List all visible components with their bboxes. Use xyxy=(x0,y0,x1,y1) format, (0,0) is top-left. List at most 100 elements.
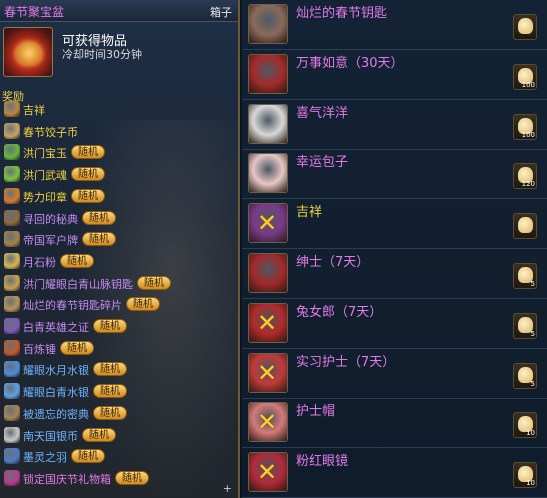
reward-item-icon xyxy=(4,296,20,313)
dumpling-bag-icon[interactable]: 100 xyxy=(513,113,537,140)
item-icon xyxy=(248,253,288,293)
reward-name: 耀眼白青水银 xyxy=(23,386,89,400)
item-row[interactable]: 绅士（7天） 5 xyxy=(242,249,547,299)
dumpling-bag-icon[interactable]: 5 xyxy=(513,263,537,289)
item-row[interactable]: ✕ 粉红眼镜 10 xyxy=(242,448,547,498)
reward-name: 洪门宝玉 xyxy=(23,147,67,161)
random-badge: 随机 xyxy=(60,253,94,268)
bag-count: 100 xyxy=(521,80,535,89)
reward-name: 月石粉 xyxy=(23,255,56,269)
item-name: 护士帽 xyxy=(296,404,336,420)
bag-count: 100 xyxy=(521,130,535,139)
reward-item-icon xyxy=(4,166,20,183)
random-badge: 随机 xyxy=(82,232,116,247)
locked-x-icon: ✕ xyxy=(257,209,278,238)
item-icon: ✕ xyxy=(248,452,288,493)
locked-x-icon: ✕ xyxy=(257,458,278,487)
bag-count: 5 xyxy=(530,280,535,288)
reward-row[interactable]: 洪门武魂 随机 xyxy=(0,165,238,183)
item-name: 吉祥 xyxy=(296,205,323,221)
reward-row[interactable]: 锁定国庆节礼物箱 随机 xyxy=(0,469,238,487)
reward-row[interactable]: 春节饺子币 xyxy=(0,122,238,140)
bag-count: 10 xyxy=(526,429,535,438)
random-badge: 随机 xyxy=(93,384,127,399)
locked-x-icon: ✕ xyxy=(257,358,278,387)
reward-item-icon xyxy=(4,252,20,269)
item-name: 灿烂的春节钥匙 xyxy=(296,6,388,21)
reward-item-icon xyxy=(4,318,20,334)
item-name: 兔女郎（7天） xyxy=(296,304,383,320)
expand-icon[interactable]: + xyxy=(223,482,232,495)
item-name: 幸运包子 xyxy=(296,155,349,171)
reward-name: 灿烂的春节钥匙碎片 xyxy=(23,299,122,313)
item-icon xyxy=(248,4,288,44)
panel-title: 春节聚宝盆 xyxy=(4,5,65,19)
reward-row[interactable]: 白青英雄之证 随机 xyxy=(0,317,238,335)
item-row[interactable]: 灿烂的春节钥匙 xyxy=(242,0,547,50)
item-row[interactable]: 喜气洋洋 100 xyxy=(242,100,547,150)
random-badge: 随机 xyxy=(71,145,105,160)
reward-row[interactable]: 墨灵之羽 随机 xyxy=(0,447,238,465)
item-name: 绅士（7天） xyxy=(296,255,370,270)
reward-name: 势力印章 xyxy=(23,190,67,204)
reward-name: 洪门耀眼白青山脉钥匙 xyxy=(23,277,133,291)
bag-count: 5 xyxy=(530,379,535,388)
dumpling-bag-icon[interactable]: 10 xyxy=(513,412,537,439)
locked-x-icon: ✕ xyxy=(257,308,278,337)
tab-box[interactable]: 箱子 xyxy=(210,4,232,20)
reward-name: 帝国军户牌 xyxy=(23,234,78,248)
dumpling-bag-icon[interactable]: 120 xyxy=(513,163,537,190)
reward-name: 南天国银币 xyxy=(23,429,78,443)
reward-row[interactable]: 被遗忘的密典 随机 xyxy=(0,404,238,422)
reward-item-icon xyxy=(4,426,20,443)
reward-row[interactable]: 灿烂的春节钥匙碎片 随机 xyxy=(0,295,238,313)
item-icon: ✕ xyxy=(248,352,288,393)
random-badge: 随机 xyxy=(60,340,94,355)
item-row[interactable]: ✕ 兔女郎（7天） 5 xyxy=(242,299,547,349)
reward-item-icon xyxy=(4,231,20,248)
random-badge: 随机 xyxy=(93,362,127,377)
dumpling-bag-icon[interactable]: 100 xyxy=(513,63,537,90)
dumpling-bag-icon[interactable]: 5 xyxy=(513,312,537,339)
reward-name: 春节饺子币 xyxy=(23,125,78,139)
reward-name: 锁定国庆节礼物箱 xyxy=(23,472,111,486)
item-row[interactable]: 幸运包子 120 xyxy=(242,149,547,200)
item-row[interactable]: 万事如意（30天） 100 xyxy=(242,50,547,100)
reward-name: 耀眼水月水银 xyxy=(23,364,89,378)
item-row[interactable]: ✕ 实习护士（7天） 5 xyxy=(242,349,547,399)
reward-item-icon xyxy=(4,361,20,378)
item-row[interactable]: ✕ 吉祥 xyxy=(242,199,547,250)
dumpling-bag-icon[interactable] xyxy=(513,14,537,40)
pouch-icon xyxy=(518,18,533,34)
reward-row[interactable]: 帝国军户牌 随机 xyxy=(0,230,238,248)
reward-row[interactable]: 势力印章 随机 xyxy=(0,187,238,205)
panel-header: 春节聚宝盆 箱子 xyxy=(0,0,238,22)
reward-row[interactable]: 吉祥 xyxy=(0,100,238,118)
reward-name: 白青英雄之证 xyxy=(23,321,89,334)
reward-item-icon xyxy=(4,187,20,204)
reward-item-icon xyxy=(4,209,20,226)
reward-row[interactable]: 月石粉 随机 xyxy=(0,252,238,270)
item-icon xyxy=(248,53,288,94)
bag-count: 10 xyxy=(526,479,535,488)
bag-count: 5 xyxy=(530,329,535,338)
dumpling-bag-icon[interactable] xyxy=(513,213,537,240)
reward-row[interactable]: 百炼锤 随机 xyxy=(0,339,238,357)
item-icon xyxy=(248,103,288,144)
reward-row[interactable]: 耀眼水月水银 随机 xyxy=(0,360,238,378)
reward-row[interactable]: 耀眼白青水银 随机 xyxy=(0,382,238,400)
item-name: 喜气洋洋 xyxy=(296,105,349,121)
treasure-bowl-icon xyxy=(3,27,53,77)
reward-row[interactable]: 洪门宝玉 随机 xyxy=(0,143,238,161)
reward-row[interactable]: 洪门耀眼白青山脉钥匙 随机 xyxy=(0,274,238,292)
item-row[interactable]: ✕ 护士帽 10 xyxy=(242,398,547,449)
reward-row[interactable]: 南天国银币 随机 xyxy=(0,426,238,444)
dumpling-bag-icon[interactable]: 5 xyxy=(513,362,537,389)
reward-row[interactable]: 寻回的秘典 随机 xyxy=(0,209,238,227)
locked-x-icon: ✕ xyxy=(257,408,278,437)
reward-panel: 春节聚宝盆 箱子 可获得物品 冷却时间30分钟 奖励 吉祥 春节饺子币 洪门宝玉 随机… xyxy=(0,0,240,498)
dumpling-bag-icon[interactable]: 10 xyxy=(513,462,537,489)
reward-name: 被遗忘的密典 xyxy=(23,407,89,421)
reward-item-icon xyxy=(4,469,20,486)
reward-name: 寻回的秘典 xyxy=(23,212,78,226)
